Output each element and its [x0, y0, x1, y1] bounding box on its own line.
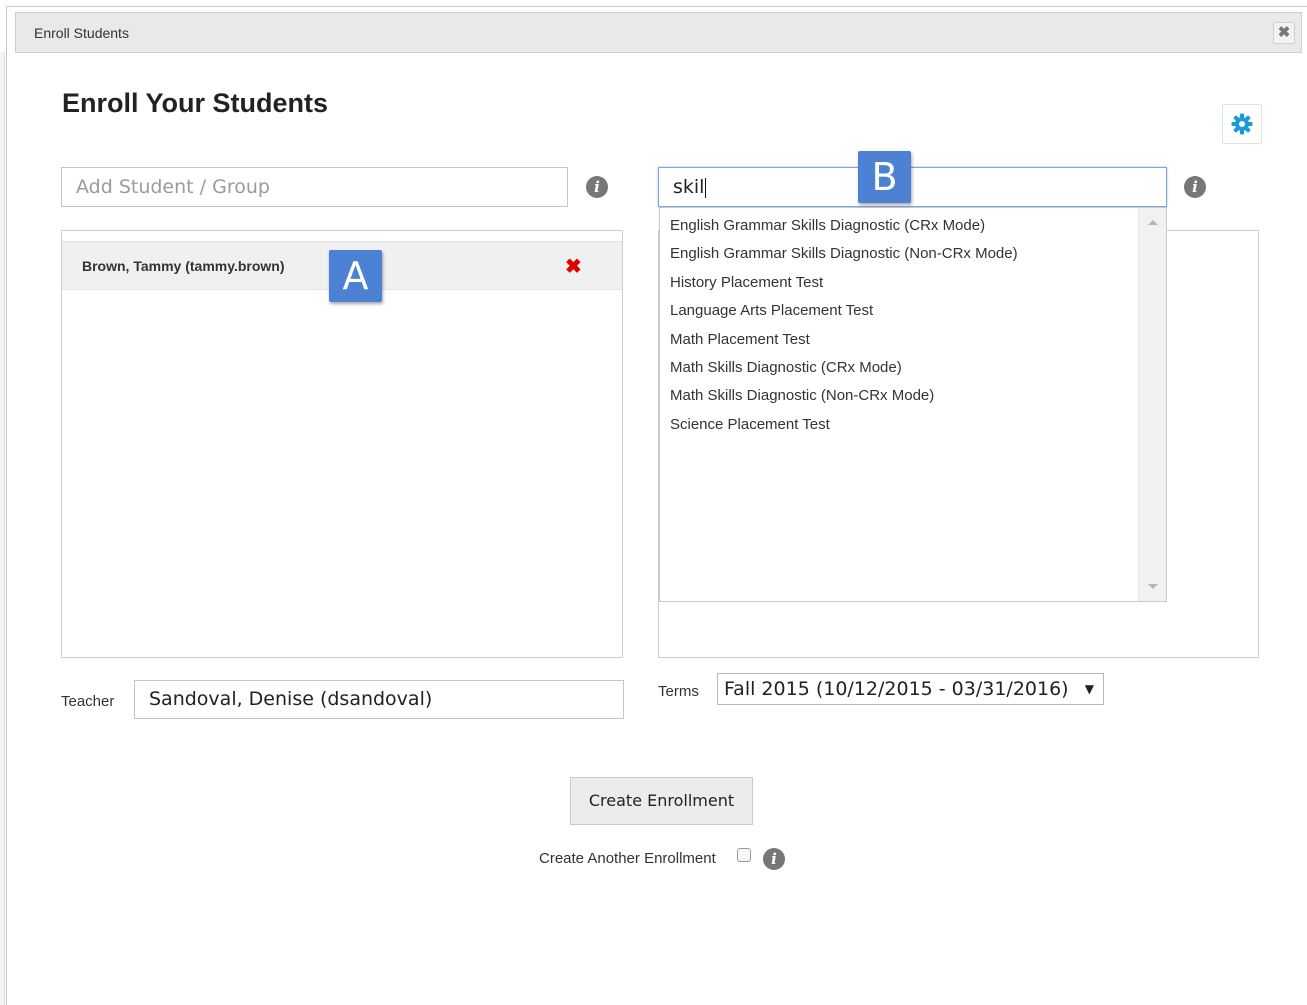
suggestion-item[interactable]: English Grammar Skills Diagnostic (CRx M… — [660, 214, 1166, 242]
suggestion-item[interactable]: Science Placement Test — [660, 413, 1166, 441]
suggestion-list: English Grammar Skills Diagnostic (CRx M… — [660, 208, 1166, 441]
terms-selected-value: Fall 2015 (10/12/2015 - 03/31/2016) — [724, 678, 1069, 700]
suggestion-item[interactable]: Math Skills Diagnostic (Non-CRx Mode) — [660, 384, 1166, 412]
info-icon[interactable]: i — [1184, 176, 1206, 198]
scroll-up-arrow-icon[interactable] — [1148, 220, 1158, 225]
dialog-title: Enroll Students — [34, 25, 129, 41]
assessment-search-value: skil — [673, 176, 705, 198]
assessment-search-input[interactable]: skil — [658, 167, 1167, 207]
chevron-down-icon: ▼ — [1084, 682, 1094, 696]
terms-select[interactable]: Fall 2015 (10/12/2015 - 03/31/2016) ▼ — [717, 673, 1104, 705]
dialog-titlebar: Enroll Students ✖ — [15, 12, 1302, 53]
left-edge-strip — [0, 52, 5, 1005]
create-enrollment-button[interactable]: Create Enrollment — [570, 777, 753, 825]
terms-label: Terms — [658, 683, 699, 700]
gear-icon — [1231, 113, 1253, 135]
info-icon[interactable]: i — [586, 176, 608, 198]
suggestion-item[interactable]: Math Skills Diagnostic (CRx Mode) — [660, 356, 1166, 384]
suggestion-item[interactable]: Language Arts Placement Test — [660, 299, 1166, 327]
close-icon[interactable]: ✖ — [1273, 22, 1295, 44]
suggestion-item[interactable]: History Placement Test — [660, 271, 1166, 299]
dropdown-scrollbar[interactable] — [1138, 208, 1166, 601]
page-title: Enroll Your Students — [62, 88, 329, 118]
text-caret — [705, 177, 707, 198]
create-another-label: Create Another Enrollment — [539, 850, 716, 867]
suggestion-item[interactable]: Math Placement Test — [660, 328, 1166, 356]
callout-b: B — [858, 151, 911, 203]
teacher-field[interactable]: Sandoval, Denise (dsandoval) — [134, 680, 624, 719]
student-search-input[interactable]: Add Student / Group — [61, 167, 568, 207]
callout-a: A — [329, 250, 382, 302]
teacher-label: Teacher — [61, 693, 115, 710]
remove-icon[interactable]: ✖ — [565, 254, 582, 279]
scroll-down-arrow-icon[interactable] — [1148, 584, 1158, 589]
settings-button[interactable] — [1222, 104, 1262, 144]
student-name: Brown, Tammy (tammy.brown) — [82, 258, 285, 274]
suggestion-item[interactable]: English Grammar Skills Diagnostic (Non-C… — [660, 242, 1166, 270]
assessment-suggestions-dropdown: English Grammar Skills Diagnostic (CRx M… — [659, 207, 1167, 602]
info-icon[interactable]: i — [763, 848, 785, 870]
create-another-checkbox[interactable] — [737, 848, 751, 862]
